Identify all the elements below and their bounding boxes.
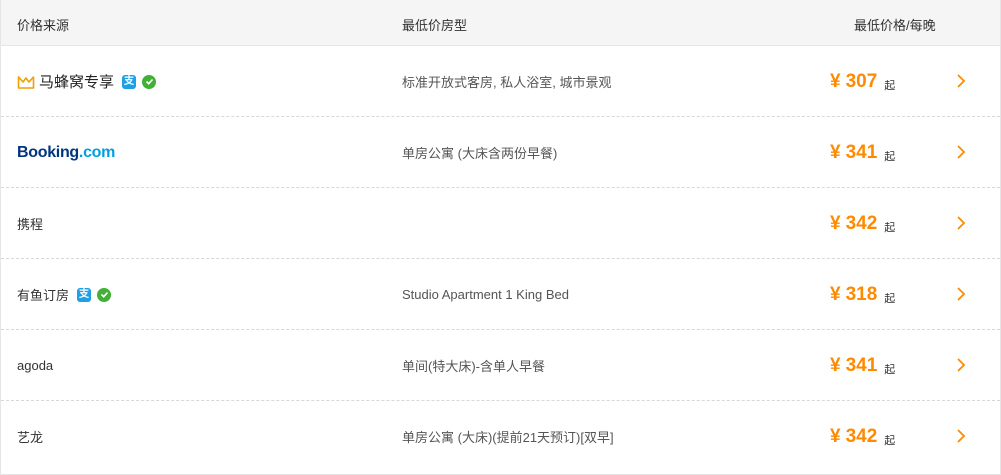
source-name: 有鱼订房 bbox=[17, 288, 70, 303]
chevron-right-icon[interactable] bbox=[953, 215, 969, 231]
table-header: 价格来源 最低价房型 最低价格/每晚 bbox=[1, 0, 1000, 46]
currency-symbol: ¥ bbox=[830, 283, 841, 305]
price-row-agoda[interactable]: agoda 单间(特大床)-含单人早餐 ¥ 341 起 bbox=[1, 330, 1000, 401]
currency-symbol: ¥ bbox=[830, 212, 841, 234]
currency-symbol: ¥ bbox=[830, 425, 841, 447]
price-value: 307 bbox=[845, 70, 878, 92]
booking-logo-com: com bbox=[83, 143, 116, 161]
room-type: 单房公寓 (大床)(提前21天预订)[双早] bbox=[402, 430, 614, 445]
currency-symbol: ¥ bbox=[830, 354, 841, 376]
price-row-ctrip[interactable]: 携程 ¥ 342 起 bbox=[1, 188, 1000, 259]
source-cell: agoda bbox=[17, 330, 53, 401]
price: ¥ 342 起 bbox=[830, 401, 895, 472]
wechat-pay-icon bbox=[97, 287, 112, 302]
booking-logo: Booking.com bbox=[17, 144, 115, 162]
price-row-booking[interactable]: Booking.com 单房公寓 (大床含两份早餐) ¥ 341 起 bbox=[1, 117, 1000, 188]
price-suffix: 起 bbox=[884, 221, 896, 234]
price-value: 318 bbox=[845, 283, 878, 305]
chevron-right-icon[interactable] bbox=[953, 357, 969, 373]
chevron-right-icon[interactable] bbox=[953, 286, 969, 302]
price-row-mafengwo[interactable]: 马蜂窝专享 支 标准开放式客房, 私人浴室, 城市景观 ¥ 307 起 bbox=[1, 46, 1000, 117]
price: ¥ 341 起 bbox=[830, 330, 895, 401]
currency-symbol: ¥ bbox=[830, 141, 841, 163]
price-value: 341 bbox=[845, 354, 878, 376]
price-comparison-table: 价格来源 最低价房型 最低价格/每晚 马蜂窝专享 支 标准开放式客房, 私人浴室… bbox=[0, 0, 1001, 475]
alipay-icon: 支 bbox=[122, 74, 137, 89]
price-suffix: 起 bbox=[884, 363, 896, 376]
price-row-youyu[interactable]: 有鱼订房 支 Studio Apartment 1 King Bed ¥ 318… bbox=[1, 259, 1000, 330]
wechat-pay-icon bbox=[142, 74, 157, 89]
price-suffix: 起 bbox=[884, 292, 896, 305]
alipay-icon: 支 bbox=[77, 287, 92, 302]
room-type: Studio Apartment 1 King Bed bbox=[402, 287, 569, 302]
price-value: 341 bbox=[845, 141, 878, 163]
source-cell: 艺龙 bbox=[17, 401, 43, 472]
price-suffix: 起 bbox=[884, 434, 896, 447]
payment-icons: 支 bbox=[122, 74, 157, 89]
price: ¥ 318 起 bbox=[830, 259, 895, 330]
chevron-right-icon[interactable] bbox=[953, 428, 969, 444]
header-price-source: 价格来源 bbox=[17, 18, 70, 33]
price-row-elong[interactable]: 艺龙 单房公寓 (大床)(提前21天预订)[双早] ¥ 342 起 bbox=[1, 401, 1000, 472]
chevron-right-icon[interactable] bbox=[953, 73, 969, 89]
price: ¥ 307 起 bbox=[830, 46, 895, 117]
source-name: agoda bbox=[17, 358, 54, 373]
source-cell: 携程 bbox=[17, 188, 43, 259]
room-type: 单间(特大床)-含单人早餐 bbox=[402, 359, 545, 374]
source-cell: 马蜂窝专享 支 bbox=[17, 46, 157, 117]
room-type: 标准开放式客房, 私人浴室, 城市景观 bbox=[402, 75, 612, 90]
header-lowest-price: 最低价格/每晚 bbox=[854, 18, 936, 33]
currency-symbol: ¥ bbox=[830, 70, 841, 92]
mafengwo-logo-icon bbox=[17, 75, 35, 89]
payment-icons: 支 bbox=[77, 287, 112, 302]
source-name: 艺龙 bbox=[17, 430, 44, 445]
price-value: 342 bbox=[845, 425, 878, 447]
chevron-right-icon[interactable] bbox=[953, 144, 969, 160]
source-name: 马蜂窝专享 bbox=[39, 74, 115, 91]
booking-logo-text: Booking bbox=[17, 143, 79, 161]
source-cell: Booking.com bbox=[17, 117, 115, 188]
price: ¥ 342 起 bbox=[830, 188, 895, 259]
price: ¥ 341 起 bbox=[830, 117, 895, 188]
header-lowest-room-type: 最低价房型 bbox=[402, 18, 468, 33]
source-cell: 有鱼订房 支 bbox=[17, 259, 112, 330]
price-suffix: 起 bbox=[884, 150, 896, 163]
source-name: 携程 bbox=[17, 217, 44, 232]
price-suffix: 起 bbox=[884, 79, 896, 92]
room-type: 单房公寓 (大床含两份早餐) bbox=[402, 146, 558, 161]
price-value: 342 bbox=[845, 212, 878, 234]
